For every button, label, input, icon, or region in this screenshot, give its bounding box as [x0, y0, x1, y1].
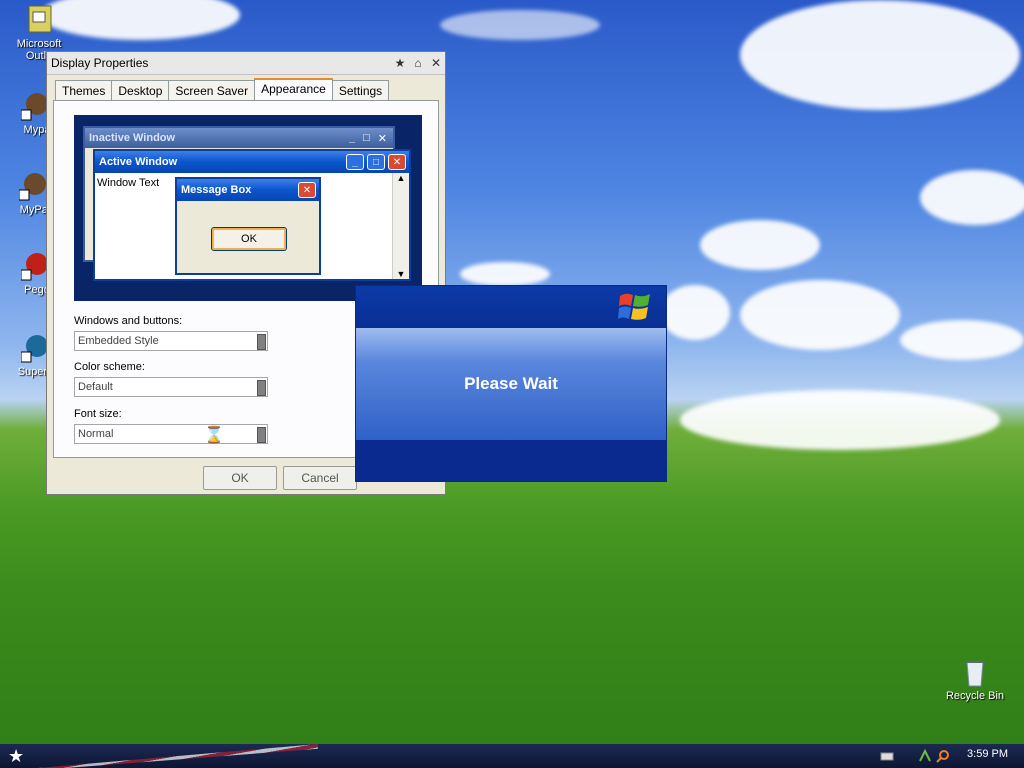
start-star-icon[interactable]: ★ — [8, 746, 24, 767]
maximize-icon: □ — [363, 132, 370, 144]
close-icon: ✕ — [377, 132, 387, 145]
windows-buttons-label: Windows and buttons: — [74, 315, 183, 327]
please-wait-header — [356, 286, 666, 328]
hourglass-cursor-icon: ⌛ — [204, 427, 224, 444]
tab-themes[interactable]: Themes — [55, 80, 113, 101]
message-box-title-bar: Message Box ✕ — [177, 179, 319, 201]
desktop-icon-label: Recycle Bin — [945, 690, 1005, 702]
color-scheme-label: Color scheme: — [74, 361, 145, 373]
ok-button[interactable]: OK — [203, 466, 277, 490]
minimize-icon: _ — [349, 132, 356, 144]
cloud — [900, 320, 1024, 360]
cloud — [680, 390, 1000, 450]
active-title-bar: Active Window _ □ ✕ — [95, 151, 409, 173]
please-wait-dialog: Please Wait — [355, 285, 667, 482]
cloud — [440, 10, 600, 40]
cloud — [700, 220, 820, 270]
pin-icon[interactable]: ⌂ — [409, 55, 427, 71]
window-text: Window Text — [97, 177, 160, 189]
tab-settings[interactable]: Settings — [331, 80, 390, 101]
active-window-title: Active Window — [99, 156, 178, 168]
preview-active-window: Active Window _ □ ✕ Window Text ▲ ▼ Mess… — [93, 149, 411, 281]
inactive-title-bar: Inactive Window _ □ ✕ — [85, 128, 393, 148]
search-icon[interactable] — [936, 749, 950, 763]
cloud — [460, 262, 550, 286]
windows-logo-icon — [618, 292, 652, 325]
network-icon[interactable] — [918, 748, 932, 763]
windows-buttons-select[interactable]: Embedded Style — [74, 331, 268, 351]
please-wait-message: Please Wait — [356, 328, 666, 440]
cloud — [920, 170, 1024, 225]
font-size-label: Font size: — [74, 408, 122, 420]
window-title: Display Properties — [51, 56, 149, 70]
star-icon[interactable]: ★ — [391, 55, 409, 71]
recycle-bin-icon — [959, 656, 991, 688]
color-scheme-value: Default — [78, 381, 113, 393]
preview-message-box: Message Box ✕ OK — [175, 177, 321, 275]
outlook-icon — [23, 4, 55, 36]
close-icon[interactable]: ✕ — [427, 55, 445, 71]
tab-appearance[interactable]: Appearance — [254, 78, 333, 102]
close-icon: ✕ — [298, 182, 316, 198]
message-box-title: Message Box — [181, 184, 252, 196]
cloud — [740, 0, 1020, 110]
taskbar: ★ 3:59 PM — [0, 744, 1024, 768]
preview-scrollbar: ▲ ▼ — [392, 173, 409, 279]
flag-decoration — [38, 744, 318, 768]
dropdown-arrow-icon[interactable] — [257, 380, 266, 396]
dropdown-arrow-icon[interactable] — [257, 427, 266, 443]
tab-desktop[interactable]: Desktop — [111, 80, 170, 101]
taskbar-clock[interactable]: 3:59 PM — [967, 748, 1008, 760]
scroll-up-icon: ▲ — [396, 173, 406, 183]
maximize-icon: □ — [367, 154, 385, 170]
scroll-down-icon: ▼ — [396, 269, 406, 279]
appearance-preview: Inactive Window _ □ ✕ Active Window _ □ … — [74, 115, 422, 301]
close-icon: ✕ — [388, 154, 406, 170]
minimize-icon: _ — [346, 154, 364, 170]
message-box-ok-button: OK — [211, 227, 287, 251]
windows-buttons-value: Embedded Style — [78, 335, 159, 347]
color-scheme-select[interactable]: Default — [74, 377, 268, 397]
inactive-window-title: Inactive Window — [89, 132, 176, 144]
tab-screen-saver[interactable]: Screen Saver — [168, 80, 256, 101]
title-bar[interactable]: Display Properties ★ ⌂ ✕ — [47, 52, 445, 75]
desktop-icon-recycle-bin[interactable]: Recycle Bin — [940, 656, 1010, 702]
please-wait-footer — [356, 440, 666, 481]
keyboard-icon[interactable] — [880, 749, 894, 763]
font-size-value: Normal — [78, 428, 114, 440]
cancel-button[interactable]: Cancel — [283, 466, 357, 490]
cloud — [740, 280, 900, 350]
font-size-select[interactable]: Normal — [74, 424, 268, 444]
dropdown-arrow-icon[interactable] — [257, 334, 266, 350]
cloud — [660, 285, 730, 340]
